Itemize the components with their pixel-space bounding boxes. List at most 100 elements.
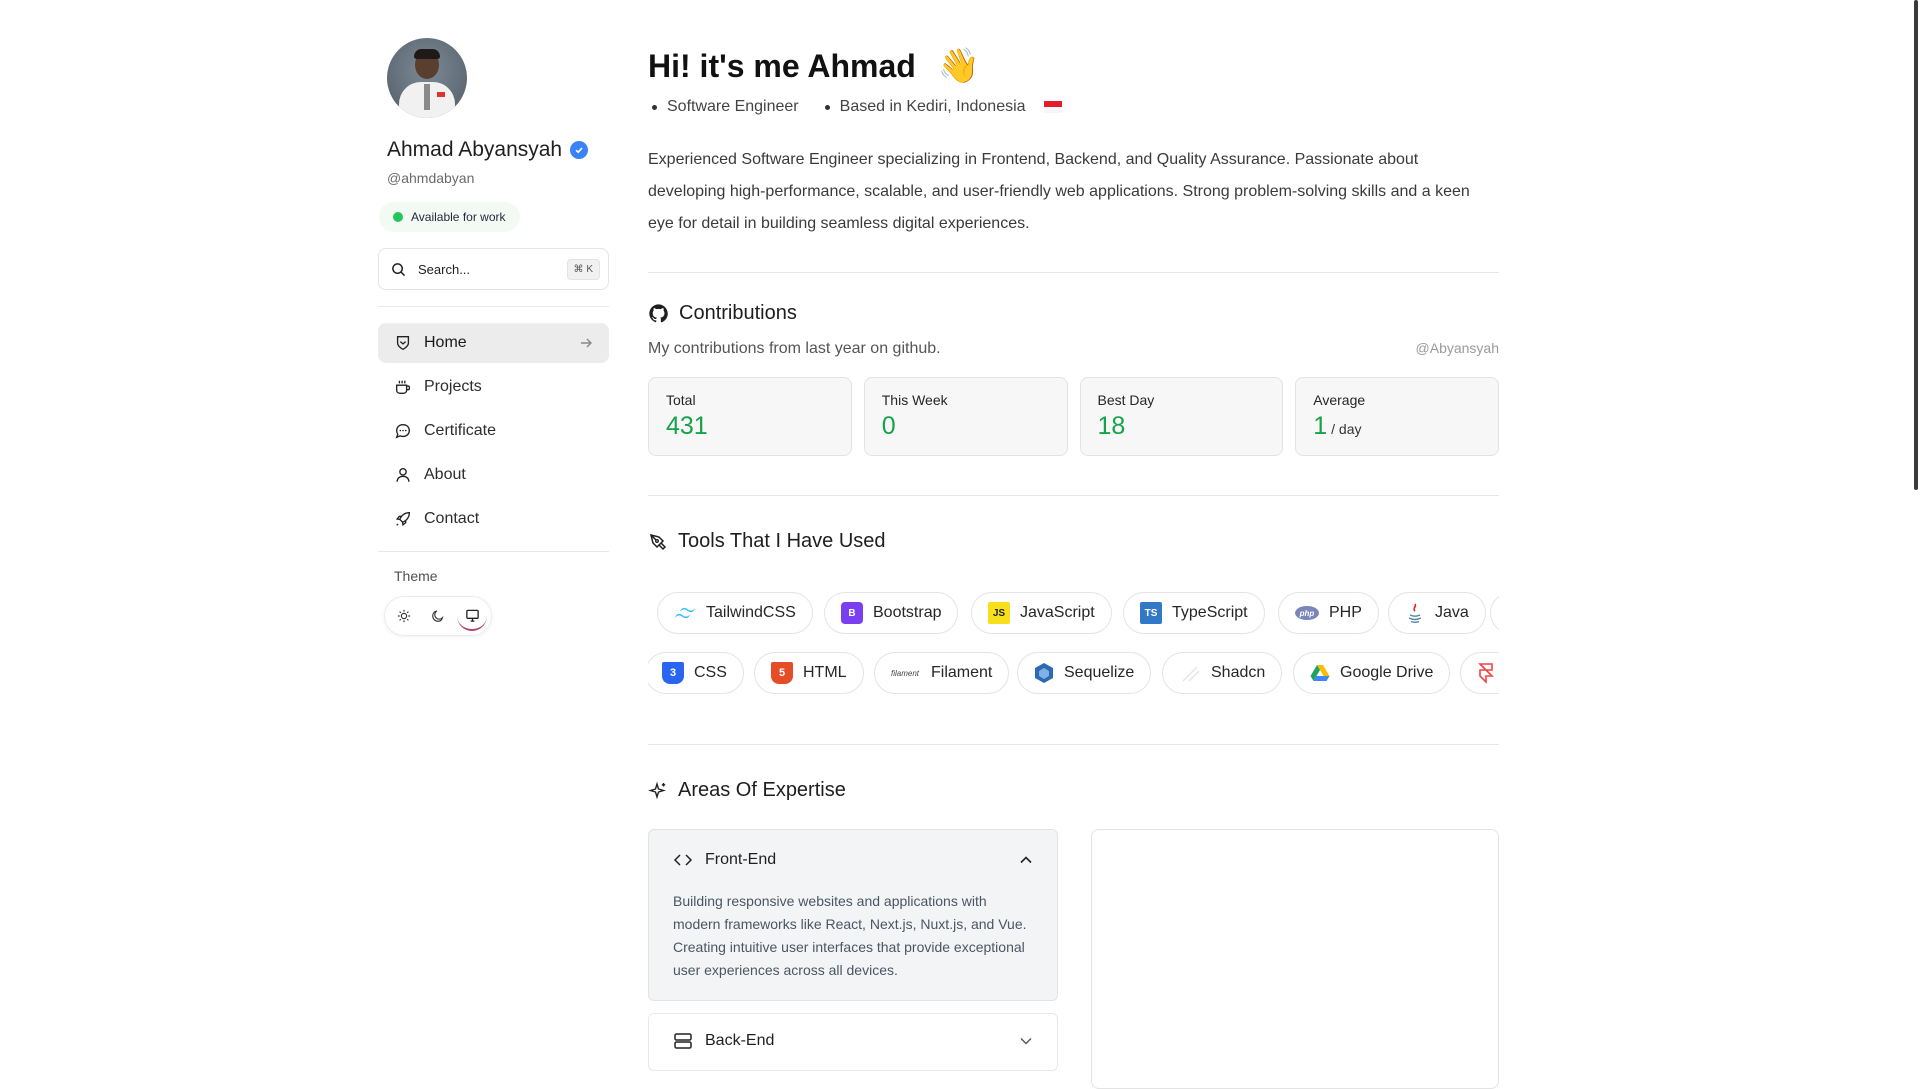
sidebar: Ahmad Abyansyah @ahmdabyan Available for…	[378, 38, 609, 636]
stat-value: 431	[666, 412, 708, 440]
chevron-down-icon	[1020, 1038, 1032, 1045]
tool-label: TailwindCSS	[706, 604, 796, 621]
contributions-description: My contributions from last year on githu…	[648, 340, 941, 357]
theme-label: Theme	[394, 568, 438, 584]
stat-suffix: / day	[1331, 421, 1362, 437]
contribution-stats: Total 431 This Week 0 Best Day 18 Averag…	[648, 377, 1499, 456]
tools-title: Tools That I Have Used	[678, 530, 886, 552]
css3-icon: 3	[662, 662, 684, 684]
tool-label: Shadcn	[1211, 664, 1266, 681]
tool-chip-partial	[1460, 652, 1499, 694]
sidebar-item-label: Home	[424, 334, 467, 351]
intro-text: Experienced Software Engineer specializi…	[648, 151, 1470, 232]
profile-name: Ahmad Abyansyah	[387, 138, 563, 161]
accordion-header-front-end[interactable]: Front-End	[673, 850, 1033, 870]
verified-badge-icon	[570, 141, 589, 159]
stat-value: 18	[1097, 412, 1126, 440]
tool-label: JavaScript	[1020, 604, 1095, 621]
wave-emoji: 👋	[937, 47, 981, 85]
tool-chip-filament: filament Filament	[874, 652, 1010, 694]
scrollbar-thumb[interactable]	[1914, 0, 1918, 490]
theme-system-button[interactable]	[457, 601, 487, 631]
tool-chip-java: Java	[1388, 592, 1486, 634]
sidebar-item-about[interactable]: About	[378, 455, 609, 495]
stat-label: Average	[1313, 392, 1366, 408]
sun-icon	[397, 609, 411, 623]
theme-light-button[interactable]	[389, 601, 419, 631]
divider	[648, 744, 1499, 745]
contributions-heading: Contributions	[648, 302, 797, 325]
status-dot-icon	[393, 212, 403, 222]
rocket-icon	[395, 512, 410, 527]
tool-chip-shadcn: Shadcn	[1162, 652, 1283, 694]
javascript-icon: JS	[988, 602, 1010, 624]
code-icon	[673, 854, 693, 866]
moon-icon	[432, 610, 444, 622]
tool-chip-typescript: TS TypeScript	[1123, 592, 1265, 634]
filament-icon: filament	[891, 668, 920, 678]
search-icon	[392, 262, 406, 276]
divider	[378, 306, 609, 307]
tool-chip-javascript: JS JavaScript	[971, 592, 1112, 634]
tool-label: CSS	[694, 664, 727, 681]
tool-label: HTML	[803, 664, 847, 681]
sidebar-item-label: Certificate	[424, 422, 497, 439]
expertise-preview-panel	[1091, 829, 1499, 1089]
tool-chip-css: 3 CSS	[648, 652, 744, 694]
sidebar-item-projects[interactable]: Projects	[378, 367, 609, 407]
sequelize-icon	[1035, 663, 1053, 683]
stat-label: This Week	[881, 392, 948, 408]
stat-label: Total	[666, 392, 696, 408]
location-item: Based in Kediri, Indonesia	[821, 98, 1062, 116]
tool-chip-sequelize: Sequelize	[1017, 652, 1152, 694]
search-placeholder: Search...	[418, 261, 471, 277]
accordion-title: Back-End	[705, 1032, 775, 1049]
tool-chip-bootstrap: B Bootstrap	[824, 592, 959, 634]
divider	[648, 495, 1499, 496]
indonesia-flag-icon	[1043, 101, 1062, 113]
tailwindcss-icon	[675, 607, 695, 619]
accordion-item-front-end: Front-End Building responsive websites a…	[648, 829, 1058, 1001]
tool-label: Sequelize	[1064, 664, 1135, 681]
typescript-icon: TS	[1140, 602, 1162, 624]
accordion-header-back-end[interactable]: Back-End	[673, 1031, 1033, 1051]
page-scrollbar[interactable]	[1910, 0, 1920, 1080]
search-shortcut: ⌘ K	[566, 258, 600, 280]
shadcn-icon	[1182, 666, 1200, 682]
tool-label: Filament	[931, 664, 993, 681]
tool-label: Java	[1435, 604, 1469, 621]
status-badge: Available for work	[379, 202, 520, 232]
server-icon	[674, 1033, 692, 1049]
status-text: Available for work	[411, 210, 506, 224]
tool-chip-partial	[1490, 592, 1499, 634]
sidebar-item-label: About	[424, 466, 466, 483]
contributions-title: Contributions	[679, 302, 797, 324]
sidebar-item-certificate[interactable]: Certificate	[378, 411, 609, 451]
github-handle-link[interactable]: @Abyansyah	[1416, 340, 1499, 356]
google-drive-icon	[1310, 665, 1330, 681]
sidebar-item-home[interactable]: Home	[378, 323, 609, 363]
pen-tool-icon	[649, 533, 667, 550]
coffee-cup-icon	[396, 380, 411, 394]
theme-dark-button[interactable]	[423, 601, 453, 631]
user-icon	[396, 468, 410, 482]
expertise-accordion: Front-End Building responsive websites a…	[648, 829, 1058, 1071]
role-item: Software Engineer	[648, 98, 799, 116]
html5-icon: 5	[771, 662, 793, 684]
chevron-up-icon	[1020, 856, 1032, 864]
sidebar-item-label: Contact	[424, 510, 480, 527]
avatar	[387, 38, 467, 118]
divider	[378, 551, 609, 552]
sidebar-nav: Home Projects Certificate About Contact	[378, 323, 609, 539]
stat-card-average: Average 1/ day	[1295, 377, 1499, 456]
role-list: Software Engineer Based in Kediri, Indon…	[648, 98, 1062, 116]
accordion-item-back-end: Back-End	[648, 1013, 1058, 1071]
tool-chip-google-drive: Google Drive	[1293, 652, 1451, 694]
github-icon	[649, 304, 668, 323]
sidebar-item-contact[interactable]: Contact	[378, 499, 609, 539]
sparkles-icon	[648, 781, 666, 799]
theme-toggle	[384, 596, 492, 636]
accordion-title: Front-End	[705, 851, 777, 868]
search-input[interactable]: Search... ⌘ K	[378, 248, 609, 290]
tool-chip-php: php PHP	[1278, 592, 1379, 634]
